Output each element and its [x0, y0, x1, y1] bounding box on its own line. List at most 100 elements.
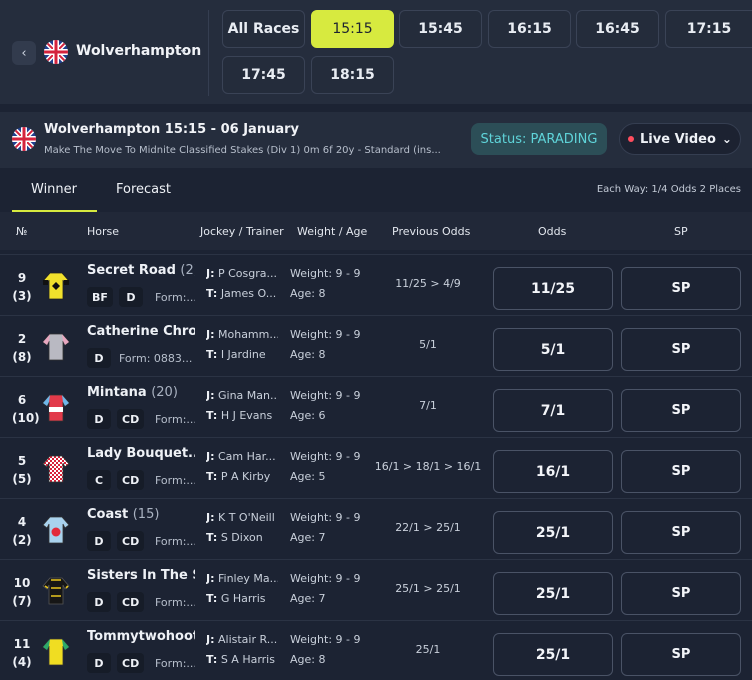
status-badge: Status: PARADING: [471, 123, 607, 155]
runner-badge: D: [118, 287, 143, 307]
horse-name-text: Lady Bouquet...: [87, 446, 195, 461]
runner-badges: BF D: [87, 287, 143, 307]
horse-name[interactable]: Catherine Chroi...: [87, 324, 195, 339]
race-time-1745[interactable]: 17:45: [222, 56, 305, 94]
trainer-label: T:: [206, 348, 218, 361]
horse-name-text: Tommytwohoot...: [87, 629, 195, 644]
race-time-all[interactable]: All Races: [222, 10, 305, 48]
race-time-1715[interactable]: 17:15: [665, 10, 752, 48]
runner-row: 4 (2) Coast (15) D CD Form:... J: K T O'N…: [0, 498, 752, 559]
jockey-name: Finley Ma...: [218, 572, 278, 585]
trainer-name: S Dixon: [220, 531, 263, 544]
horse-rating: (2): [180, 263, 195, 278]
jockey-label: J:: [206, 572, 215, 585]
runner-age: Age: 8: [290, 348, 326, 361]
chevron-down-icon[interactable]: ⌄: [178, 42, 189, 57]
previous-odds: 25/1: [415, 643, 441, 656]
odds-button[interactable]: 25/1: [493, 511, 613, 554]
runner-badge: CD: [117, 531, 145, 551]
sp-button[interactable]: SP: [621, 450, 741, 493]
race-time-1615[interactable]: 16:15: [488, 10, 571, 48]
horse-name[interactable]: Lady Bouquet...: [87, 446, 195, 461]
saddle-cloth-number: 2: [17, 332, 27, 346]
previous-odds: 7/1: [419, 399, 437, 412]
runner-badge: CD: [117, 592, 145, 612]
jockey-silk-icon: [42, 271, 70, 301]
runner-row: 10 (7) Sisters In The Sk... D CD Form:...…: [0, 559, 752, 620]
runner-number: 9 (3): [12, 269, 32, 305]
column-header-horse: Horse: [87, 225, 120, 238]
runner-form: Form:...: [155, 413, 195, 426]
race-subtitle: Make The Move To Midnite Classified Stak…: [44, 145, 441, 156]
trainer-line: T: I Jardine: [206, 348, 278, 361]
trainer-label: T:: [206, 592, 218, 605]
odds-button[interactable]: 5/1: [493, 328, 613, 371]
live-video-label: Live Video: [640, 131, 716, 147]
odds-button[interactable]: 11/25: [493, 267, 613, 310]
trainer-label: T:: [206, 287, 218, 300]
live-video-button[interactable]: Live Video ⌄: [619, 123, 741, 155]
odds-button[interactable]: 7/1: [493, 389, 613, 432]
trainer-label: T:: [206, 653, 218, 666]
jockey-label: J:: [206, 511, 215, 524]
odds-button[interactable]: 25/1: [493, 572, 613, 615]
draw-number: (3): [12, 289, 32, 303]
sp-button[interactable]: SP: [621, 267, 741, 310]
saddle-cloth-number: 4: [17, 515, 27, 529]
tab-forecast[interactable]: Forecast: [116, 182, 171, 197]
jockey-label: J:: [206, 633, 215, 646]
runner-badges: D CD: [87, 409, 145, 429]
draw-number: (4): [12, 655, 32, 669]
horse-name[interactable]: Coast (15): [87, 507, 195, 522]
race-time-1815[interactable]: 18:15: [311, 56, 394, 94]
horse-rating: (15): [132, 507, 160, 522]
runner-form: Form:...: [155, 291, 195, 304]
horse-name[interactable]: Sisters In The Sk...: [87, 568, 195, 583]
column-header-previous-odds: Previous Odds: [392, 225, 471, 238]
jockey-name: Gina Man...: [218, 389, 278, 402]
odds-button[interactable]: 16/1: [493, 450, 613, 493]
trainer-label: T:: [206, 531, 218, 544]
runner-number: 2 (8): [12, 330, 32, 366]
sp-button[interactable]: SP: [621, 328, 741, 371]
sp-button[interactable]: SP: [621, 572, 741, 615]
horse-rating: (20): [151, 385, 178, 400]
runner-weight: Weight: 9 - 9: [290, 267, 361, 280]
horse-name-text: Sisters In The Sk...: [87, 568, 195, 583]
runner-age: Age: 7: [290, 592, 326, 605]
uk-flag-icon: [44, 40, 68, 64]
horse-name[interactable]: Tommytwohoot...: [87, 629, 195, 644]
odds-button[interactable]: 25/1: [493, 633, 613, 676]
live-dot-icon: [628, 136, 635, 142]
runner-weight: Weight: 9 - 9: [290, 450, 361, 463]
sp-button[interactable]: SP: [621, 633, 741, 676]
trainer-name: I Jardine: [220, 348, 266, 361]
horse-name[interactable]: Mintana (20): [87, 385, 195, 400]
draw-number: (5): [12, 472, 32, 486]
runner-form: Form:...: [155, 474, 195, 487]
jockey-line: J: Gina Man...: [206, 389, 278, 402]
sp-button[interactable]: SP: [621, 389, 741, 432]
jockey-line: J: Cam Har...: [206, 450, 278, 463]
trainer-line: T: H J Evans: [206, 409, 278, 422]
tab-winner[interactable]: Winner: [31, 182, 77, 197]
race-time-1545[interactable]: 15:45: [399, 10, 482, 48]
chevron-down-icon: ⌄: [721, 132, 732, 146]
trainer-name: S A Harris: [220, 653, 275, 666]
runner-badge: D: [87, 653, 111, 673]
horse-name[interactable]: Secret Road (2): [87, 263, 195, 278]
runner-weight: Weight: 9 - 9: [290, 511, 361, 524]
runner-number: 10 (7): [12, 574, 32, 610]
previous-odds: 16/1 > 18/1 > 16/1: [374, 460, 482, 473]
column-header-number: №: [16, 225, 28, 238]
each-way-terms: Each Way: 1/4 Odds 2 Places: [596, 184, 741, 195]
runner-badge: C: [87, 470, 111, 490]
jockey-silk-icon: [42, 576, 70, 606]
race-time-1645[interactable]: 16:45: [576, 10, 659, 48]
runner-badge: BF: [87, 287, 113, 307]
runner-age: Age: 6: [290, 409, 326, 422]
race-time-1515[interactable]: 15:15: [311, 10, 394, 48]
runner-form: Form:...: [155, 657, 195, 670]
sp-button[interactable]: SP: [621, 511, 741, 554]
back-chevron-icon[interactable]: ‹: [12, 41, 36, 65]
